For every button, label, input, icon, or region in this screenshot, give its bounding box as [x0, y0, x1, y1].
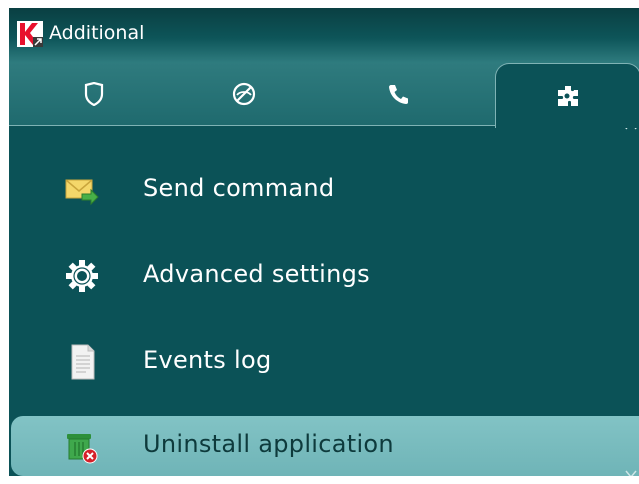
app-window: Additional Send command Advanced setting… [9, 8, 639, 476]
gear-icon [66, 260, 98, 292]
menu-item-label: Events log [143, 346, 272, 374]
shield-icon [84, 82, 104, 106]
menu-item-advanced-settings[interactable]: Advanced settings [9, 246, 639, 306]
phone-icon [389, 85, 408, 104]
menu-item-label: Advanced settings [143, 260, 370, 288]
scroll-down-arrow-icon[interactable] [625, 470, 637, 476]
tab-protection[interactable] [39, 63, 149, 125]
tab-bar [9, 63, 639, 128]
tab-antitheft[interactable] [189, 63, 299, 125]
envelope-send-icon [65, 179, 99, 206]
tab-calls[interactable] [344, 63, 454, 125]
menu-item-label: Send command [143, 174, 335, 202]
uninstall-bin-icon [67, 434, 98, 464]
menu-item-send-command[interactable]: Send command [9, 160, 639, 220]
additional-menu: Send command Advanced settings Events lo… [9, 126, 639, 476]
kaspersky-logo-icon [17, 21, 43, 47]
tab-additional[interactable] [495, 63, 639, 128]
title-bar: Additional [9, 8, 639, 63]
menu-item-events-log[interactable]: Events log [9, 332, 639, 392]
no-eye-icon [232, 82, 256, 106]
puzzle-gear-icon [558, 86, 578, 106]
document-icon [71, 344, 95, 380]
window-title: Additional [49, 22, 145, 44]
menu-item-uninstall-application[interactable]: Uninstall application [11, 416, 639, 476]
menu-item-label: Uninstall application [143, 430, 394, 458]
